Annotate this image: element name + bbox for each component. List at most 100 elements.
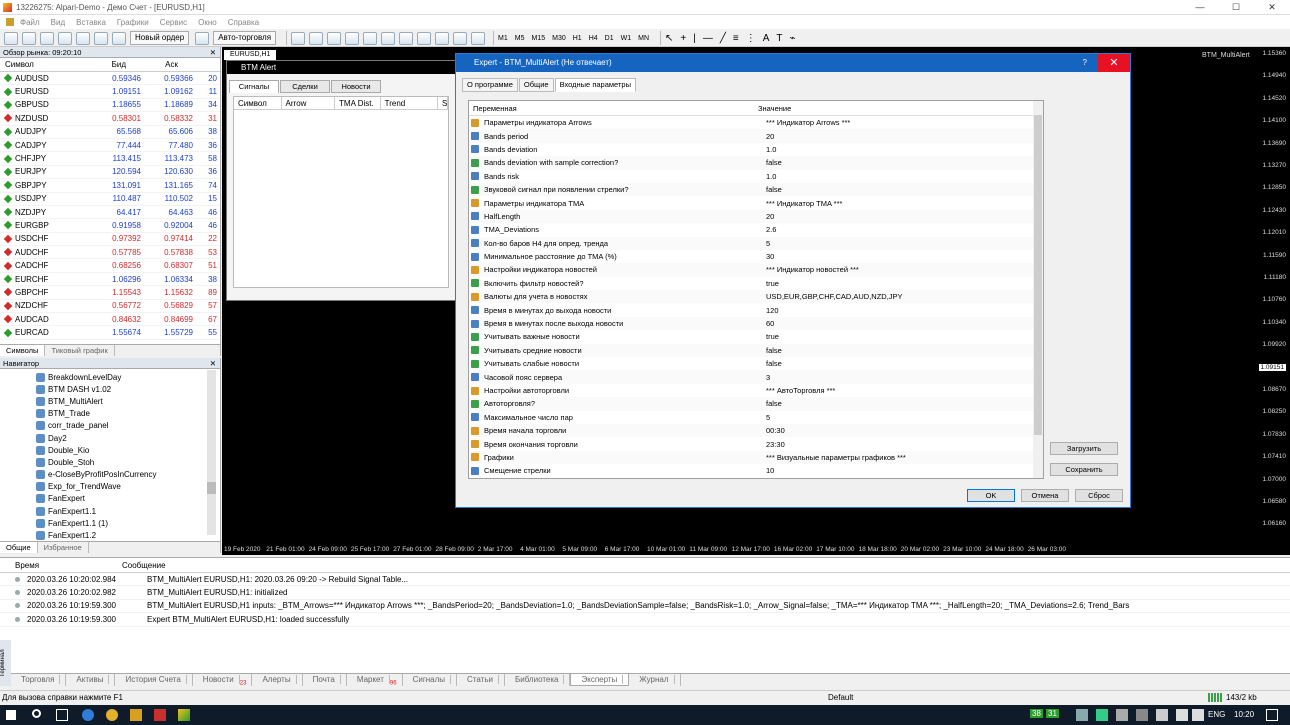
- terminal-tab[interactable]: Эксперты: [570, 674, 630, 686]
- input-param-row[interactable]: Валюты для учета в новостях USD,EUR,GBP,C…: [469, 290, 1043, 304]
- menu-charts[interactable]: Графики: [117, 18, 149, 27]
- periods-icon[interactable]: [453, 31, 468, 45]
- tray-icon-5[interactable]: [1156, 709, 1168, 721]
- col-btm-tma[interactable]: TMA Dist.: [335, 96, 381, 110]
- market-watch-row[interactable]: CADJPY 77.444 77.480 36: [0, 139, 220, 153]
- timeframe-m1[interactable]: M1: [498, 35, 508, 42]
- vertical-line-icon[interactable]: |: [693, 33, 696, 44]
- terminal-tab[interactable]: Алерты: [252, 674, 303, 686]
- input-param-row[interactable]: Графики *** Визуальные параметры графиков…: [469, 450, 1043, 465]
- scrollbar-thumb[interactable]: [207, 482, 216, 494]
- navigator-item[interactable]: FanExpert: [0, 493, 220, 505]
- col-bid[interactable]: Бид: [64, 60, 126, 69]
- tab-news[interactable]: Новости: [331, 80, 381, 93]
- param-value[interactable]: 10: [754, 466, 774, 475]
- param-value[interactable]: false: [754, 158, 782, 167]
- autoscroll-icon[interactable]: [399, 31, 414, 45]
- col-variable[interactable]: Переменная: [469, 101, 754, 115]
- timeframe-h1[interactable]: H1: [573, 35, 582, 42]
- market-watch-row[interactable]: CHFJPY 113.415 113.473 58: [0, 152, 220, 166]
- navigator-item[interactable]: BreakdownLevelDay: [0, 371, 220, 383]
- navigator-item[interactable]: Double_Stoh: [0, 456, 220, 468]
- market-watch-row[interactable]: USDJPY 110.487 110.502 15: [0, 193, 220, 206]
- navigator-item[interactable]: FanExpert1.2: [0, 529, 220, 541]
- input-param-row[interactable]: Bands period 20: [469, 129, 1043, 143]
- network-icon[interactable]: [1176, 709, 1188, 721]
- search-icon[interactable]: [32, 709, 41, 718]
- windows-start-icon[interactable]: [6, 710, 16, 720]
- navigator-item[interactable]: Double_Kio: [0, 444, 220, 456]
- terminal-tab[interactable]: Библиотека: [505, 674, 571, 686]
- navigator-scrollbar[interactable]: [207, 370, 216, 535]
- navigator-item[interactable]: FanExpert1.1: [0, 505, 220, 517]
- tab-tick-chart[interactable]: Тиковый график: [45, 345, 115, 356]
- maximize-button[interactable]: ☐: [1218, 0, 1254, 15]
- market-watch-row[interactable]: NZDUSD 0.58301 0.58332 31: [0, 112, 220, 126]
- terminal-tab[interactable]: Новости 23: [193, 674, 253, 687]
- market-watch-row[interactable]: AUDCAD 0.84632 0.84699 67: [0, 313, 220, 327]
- menu-view[interactable]: Вид: [51, 18, 65, 27]
- shapes-icon[interactable]: ⌁: [790, 33, 796, 44]
- timeframe-w1[interactable]: W1: [621, 35, 632, 42]
- edge-icon[interactable]: [82, 709, 94, 721]
- param-value[interactable]: USD,EUR,GBP,CHF,CAD,AUD,NZD,JPY: [754, 292, 903, 301]
- input-param-row[interactable]: Bands deviation 1.0: [469, 143, 1043, 156]
- menu-help[interactable]: Справка: [228, 18, 259, 27]
- chrome-icon[interactable]: [106, 709, 118, 721]
- tab-symbols[interactable]: Символы: [0, 345, 46, 356]
- timeframe-d1[interactable]: D1: [605, 35, 614, 42]
- menu-window[interactable]: Окно: [198, 18, 217, 27]
- tile-windows-icon[interactable]: [381, 31, 396, 45]
- param-value[interactable]: 1.0: [754, 172, 776, 181]
- navigator-item[interactable]: Day2: [0, 432, 220, 444]
- market-watch-row[interactable]: EURJPY 120.594 120.630 36: [0, 166, 220, 180]
- terminal-tab[interactable]: Журнал: [629, 674, 681, 686]
- col-btm-symbol[interactable]: Символ: [234, 96, 282, 110]
- navigator-item[interactable]: BTM_Trade: [0, 408, 220, 420]
- param-value[interactable]: false: [754, 185, 782, 194]
- close-panel-icon[interactable]: ✕: [210, 47, 216, 58]
- terminal-tab[interactable]: Маркет 96: [347, 674, 403, 687]
- input-param-row[interactable]: Время в минутах до выхода новости 120: [469, 303, 1043, 316]
- inputs-scrollbar[interactable]: [1033, 101, 1043, 478]
- timeframe-h4[interactable]: H4: [589, 35, 598, 42]
- input-param-row[interactable]: Настройки индикатора новостей *** Индикат…: [469, 263, 1043, 277]
- terminal-tab[interactable]: Активы: [66, 674, 116, 686]
- input-param-row[interactable]: Максимальное число пар 5: [469, 411, 1043, 424]
- param-value[interactable]: *** Индикатор Arrows ***: [754, 118, 850, 127]
- minimize-button[interactable]: —: [1182, 0, 1218, 15]
- chart-tab[interactable]: EURUSD,H1: [224, 50, 277, 60]
- meta-editor-icon[interactable]: [195, 31, 210, 45]
- line-chart-icon[interactable]: [327, 31, 342, 45]
- volume-icon[interactable]: [1192, 709, 1204, 721]
- app-icon-2[interactable]: [154, 709, 166, 721]
- market-watch-row[interactable]: EURGBP 0.91958 0.92004 46: [0, 219, 220, 233]
- market-watch-row[interactable]: NZDCHF 0.56772 0.56829 57: [0, 300, 220, 314]
- terminal-tab[interactable]: Сигналы: [403, 674, 458, 686]
- timeframe-m15[interactable]: M15: [532, 35, 546, 42]
- tab-inputs[interactable]: Входные параметры: [554, 78, 636, 92]
- market-watch-row[interactable]: USDCHF 0.97392 0.97414 22: [0, 233, 220, 247]
- new-order-button[interactable]: Новый ордер: [130, 31, 190, 45]
- navigator-item[interactable]: Exp_for_TrendWave: [0, 481, 220, 493]
- input-param-row[interactable]: Параметры индикатора Arrows *** Индикатор…: [469, 116, 1043, 129]
- new-chart-icon[interactable]: [4, 31, 18, 45]
- text-icon[interactable]: A: [763, 33, 770, 44]
- candle-chart-icon[interactable]: [309, 31, 324, 45]
- market-watch-row[interactable]: AUDUSD 0.59346 0.59366 20: [0, 72, 220, 86]
- terminal-tab[interactable]: История Счета: [115, 674, 193, 686]
- terminal-icon[interactable]: [94, 31, 108, 45]
- param-value[interactable]: *** Индикатор новостей ***: [754, 265, 859, 274]
- tab-about[interactable]: О программе: [462, 78, 518, 92]
- app-icon-1[interactable]: [130, 709, 142, 721]
- param-value[interactable]: 30: [754, 252, 774, 261]
- input-param-row[interactable]: Кол-во баров H4 для опред. тренда 5: [469, 236, 1043, 250]
- templates-icon[interactable]: [471, 31, 486, 45]
- param-value[interactable]: 60: [754, 319, 774, 328]
- col-btm-arrow[interactable]: Arrow: [282, 96, 336, 110]
- main-menu-icon[interactable]: [6, 18, 14, 26]
- param-value[interactable]: 3: [754, 373, 770, 382]
- param-value[interactable]: false: [754, 359, 782, 368]
- param-value[interactable]: 5: [754, 413, 770, 422]
- input-param-row[interactable]: TMA_Deviations 2.6: [469, 223, 1043, 236]
